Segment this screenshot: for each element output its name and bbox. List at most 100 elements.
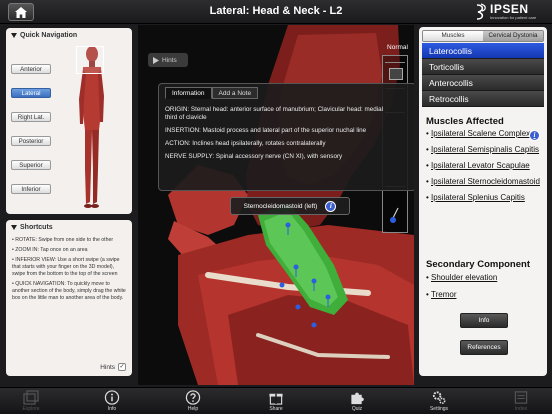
quick-navigation-title: Quick Navigation xyxy=(20,32,78,39)
logo-mark-icon xyxy=(476,3,486,20)
toolbar-explore[interactable]: Explore xyxy=(11,390,51,412)
toolbar-info-label: Info xyxy=(107,406,117,412)
toolbar-settings-label: Settings xyxy=(429,406,449,412)
info-button[interactable]: Info xyxy=(460,313,508,328)
muscle-link[interactable]: Ipsilateral Levator Scapulae xyxy=(426,161,544,171)
secondary-link-label[interactable]: Tremor xyxy=(431,290,456,299)
condition-laterocollis[interactable]: Laterocollis xyxy=(422,43,544,59)
shortcut-inferior-view: • INFERIOR VIEW: Use a short swipe (a sw… xyxy=(12,257,120,277)
gift-icon xyxy=(269,393,283,405)
toolbar-index-label: Index xyxy=(514,406,528,412)
collapse-triangle-icon xyxy=(11,225,17,230)
quick-navigation-header[interactable]: Quick Navigation xyxy=(11,32,77,39)
toolbar-index[interactable]: Index xyxy=(501,390,541,412)
secondary-component-list: Shoulder elevation Tremor xyxy=(426,273,544,306)
toolbar-settings[interactable]: Settings xyxy=(419,390,459,412)
navigation-drag-box[interactable] xyxy=(76,46,104,74)
muscle-action: ACTION: Inclines head ipsilaterally, rot… xyxy=(165,140,326,147)
muscle-link-label[interactable]: Ipsilateral Semispinalis Capitis xyxy=(431,145,539,154)
condition-list: Laterocollis Torticollis Anterocollis Re… xyxy=(422,43,544,107)
muscle-nerve-supply: NERVE SUPPLY: Spinal accessory nerve (CN… xyxy=(165,153,343,160)
muscle-link[interactable]: Ipsilateral Semispinalis Capitis xyxy=(426,145,544,155)
stack-icon xyxy=(23,390,39,405)
anatomy-3d-viewer[interactable]: Hints Normal Information Add a Note ORIG… xyxy=(138,25,414,385)
hints-button-label: Hints xyxy=(162,56,177,64)
hints-checkbox[interactable]: ✓ xyxy=(118,363,126,371)
injection-pin-icon[interactable] xyxy=(388,206,402,224)
muscle-origin: ORIGIN: Sternal head: anterior surface o… xyxy=(165,106,384,121)
title-bar: Lateral: Head & Neck - L2 IPSEN Innovati… xyxy=(0,0,552,24)
info-icon[interactable]: i xyxy=(325,200,337,212)
view-anterior-button[interactable]: Anterior xyxy=(11,64,51,74)
hints-toggle[interactable]: Hints ✓ xyxy=(100,363,126,371)
view-inferior-button[interactable]: Inferior xyxy=(11,184,51,194)
normal-mode-icon[interactable] xyxy=(389,68,403,80)
muscle-link-label[interactable]: Ipsilateral Sternocleidomastoid xyxy=(431,177,540,186)
tab-add-note[interactable]: Add a Note xyxy=(211,87,259,99)
selected-muscle-label[interactable]: Sternocleidomastoid (left) i xyxy=(230,197,350,215)
toolbar-share[interactable]: Share xyxy=(256,390,296,412)
secondary-component-title: Secondary Component xyxy=(426,259,530,270)
references-button[interactable]: References xyxy=(460,340,508,355)
logo-tagline: Innovation for patient care xyxy=(490,15,537,20)
tab-information[interactable]: Information xyxy=(165,87,212,99)
toolbar-help[interactable]: Help xyxy=(173,390,213,412)
shortcut-zoom: • ZOOM IN: Tap once on an area xyxy=(12,247,88,253)
logo-text: IPSEN xyxy=(490,2,529,16)
list-icon xyxy=(514,391,528,404)
toolbar-info[interactable]: Info xyxy=(92,390,132,412)
info-icon[interactable]: i xyxy=(529,130,540,141)
secondary-link-label[interactable]: Shoulder elevation xyxy=(431,273,497,282)
info-icon xyxy=(104,390,120,405)
muscle-insertion: INSERTION: Mastoid process and lateral p… xyxy=(165,127,367,134)
page-title: Lateral: Head & Neck - L2 xyxy=(209,5,343,17)
secondary-link[interactable]: Shoulder elevation xyxy=(426,273,544,283)
bottom-toolbar: Explore Info Help Share Quiz Settings In… xyxy=(0,387,552,414)
secondary-link[interactable]: Tremor xyxy=(426,290,544,300)
muscle-info-text: ORIGIN: Sternal head: anterior surface o… xyxy=(165,106,397,166)
muscle-link[interactable]: Ipsilateral Sternocleidomastoid xyxy=(426,177,544,187)
muscle-link-label[interactable]: Ipsilateral Splenius Capitis xyxy=(431,193,525,202)
muscles-affected-list: Ipsilateral Scalene Complex i Ipsilatera… xyxy=(426,129,544,209)
selected-muscle-name: Sternocleidomastoid (left) xyxy=(243,202,318,210)
condition-panel: Muscles Cervical Dystonia Laterocollis T… xyxy=(419,27,547,376)
tool-divider xyxy=(385,62,405,63)
view-lateral-button[interactable]: Lateral xyxy=(11,88,51,98)
muscle-link[interactable]: Ipsilateral Splenius Capitis xyxy=(426,193,544,203)
condition-anterocollis[interactable]: Anterocollis xyxy=(422,75,544,91)
shortcuts-title: Shortcuts xyxy=(20,224,53,231)
info-tabs: Information Add a Note xyxy=(165,87,259,99)
view-posterior-button[interactable]: Posterior xyxy=(11,136,51,146)
collapse-triangle-icon xyxy=(11,33,17,38)
muscle-link-label[interactable]: Ipsilateral Levator Scapulae xyxy=(431,161,530,170)
toolbar-share-label: Share xyxy=(269,406,283,412)
panel-segmented-control: Muscles Cervical Dystonia xyxy=(422,30,544,42)
puzzle-icon xyxy=(351,392,364,405)
condition-torticollis[interactable]: Torticollis xyxy=(422,59,544,75)
shortcut-rotate: • ROTATE: Swipe from one side to the oth… xyxy=(12,237,114,243)
shortcut-quick-navigation: • QUICK NAVIGATION: To quickly move to a… xyxy=(12,281,126,301)
shortcuts-header[interactable]: Shortcuts xyxy=(11,224,53,231)
condition-retrocollis[interactable]: Retrocollis xyxy=(422,91,544,107)
toolbar-help-label: Help xyxy=(187,406,199,412)
muscle-link-label[interactable]: Ipsilateral Scalene Complex xyxy=(431,129,530,138)
muscles-affected-title: Muscles Affected xyxy=(426,116,504,127)
hints-label: Hints xyxy=(100,363,115,371)
muscle-info-popup: Information Add a Note ORIGIN: Sternal h… xyxy=(158,83,414,191)
tab-cervical-dystonia[interactable]: Cervical Dystonia xyxy=(483,31,543,41)
help-icon xyxy=(185,390,201,405)
shortcuts-panel: Shortcuts • ROTATE: Swipe from one side … xyxy=(6,220,132,376)
toolbar-quiz[interactable]: Quiz xyxy=(337,390,377,412)
quick-navigation-panel: Quick Navigation Anterior Lateral Right … xyxy=(6,28,132,214)
muscle-link[interactable]: Ipsilateral Scalene Complex i xyxy=(426,129,544,141)
shortcuts-list: • ROTATE: Swipe from one side to the oth… xyxy=(12,237,128,305)
gear-icon xyxy=(432,391,446,404)
tab-muscles[interactable]: Muscles xyxy=(423,31,483,41)
view-right-lateral-button[interactable]: Right Lat. xyxy=(11,112,51,122)
hints-button[interactable]: Hints xyxy=(148,53,188,67)
play-icon xyxy=(153,56,159,64)
ipsen-logo: IPSEN Innovation for patient care xyxy=(474,2,546,22)
view-superior-button[interactable]: Superior xyxy=(11,160,51,170)
app-window: Lateral: Head & Neck - L2 IPSEN Innovati… xyxy=(0,0,552,414)
view-mode-label: Normal xyxy=(387,44,408,51)
